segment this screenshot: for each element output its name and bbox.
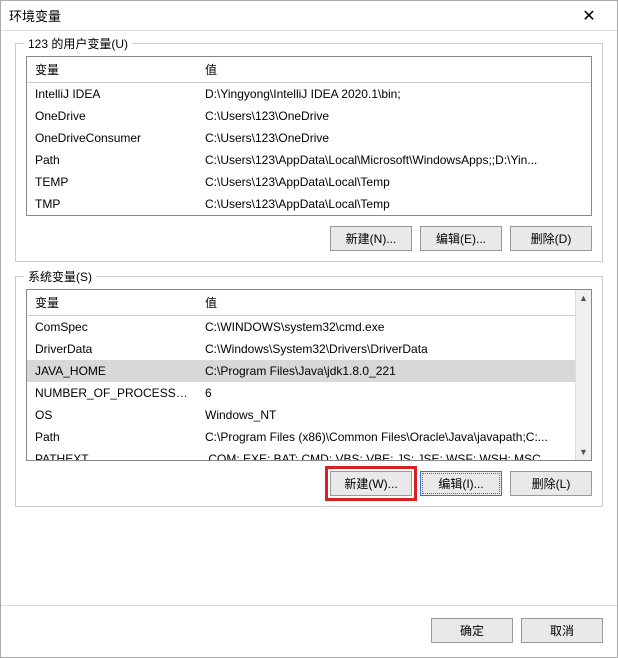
var-name-cell: NUMBER_OF_PROCESSORS [27,382,197,404]
system-delete-button[interactable]: 删除(L) [510,471,592,496]
table-row[interactable]: JAVA_HOMEC:\Program Files\Java\jdk1.8.0_… [27,360,575,382]
table-row[interactable]: TMPC:\Users\123\AppData\Local\Temp [27,193,591,215]
var-name-cell: ComSpec [27,316,197,339]
var-name-cell: TMP [27,193,197,215]
var-name-cell: IntelliJ IDEA [27,83,197,106]
var-name-cell: PATHEXT [27,448,197,461]
table-row[interactable]: IntelliJ IDEAD:\Yingyong\IntelliJ IDEA 2… [27,83,591,106]
dialog-footer: 确定 取消 [1,605,617,657]
var-value-cell: C:\Users\123\OneDrive [197,105,591,127]
user-delete-button[interactable]: 删除(D) [510,226,592,251]
var-value-cell: C:\Program Files\Java\jdk1.8.0_221 [197,360,575,382]
var-value-cell: D:\Yingyong\IntelliJ IDEA 2020.1\bin; [197,83,591,106]
table-row[interactable]: TEMPC:\Users\123\AppData\Local\Temp [27,171,591,193]
env-vars-dialog: 环境变量 ✕ 123 的用户变量(U) 变量 值 IntelliJ IDEAD:… [0,0,618,658]
system-col-name[interactable]: 变量 [27,290,197,316]
var-value-cell: C:\Users\123\AppData\Local\Temp [197,193,591,215]
user-button-row: 新建(N)... 编辑(E)... 删除(D) [26,226,592,251]
var-name-cell: OneDriveConsumer [27,127,197,149]
user-vars-group: 123 的用户变量(U) 变量 值 IntelliJ IDEAD:\Yingyo… [15,43,603,262]
system-vars-label: 系统变量(S) [24,268,96,285]
table-row[interactable]: OneDriveC:\Users\123\OneDrive [27,105,591,127]
system-new-button[interactable]: 新建(W)... [330,471,412,496]
close-icon[interactable]: ✕ [569,2,609,30]
var-value-cell: C:\Users\123\OneDrive [197,127,591,149]
ok-button[interactable]: 确定 [431,618,513,643]
table-row[interactable]: OSWindows_NT [27,404,575,426]
var-value-cell: .COM;.EXE;.BAT;.CMD;.VBS;.VBE;.JS;.JSE;.… [197,448,575,461]
var-name-cell: Path [27,426,197,448]
user-edit-button[interactable]: 编辑(E)... [420,226,502,251]
var-value-cell: C:\Users\123\AppData\Local\Microsoft\Win… [197,149,591,171]
var-value-cell: 6 [197,382,575,404]
var-value-cell: C:\WINDOWS\system32\cmd.exe [197,316,575,339]
var-value-cell: Windows_NT [197,404,575,426]
table-row[interactable]: PathC:\Users\123\AppData\Local\Microsoft… [27,149,591,171]
table-row[interactable]: ComSpecC:\WINDOWS\system32\cmd.exe [27,316,575,339]
user-vars-label: 123 的用户变量(U) [24,35,132,52]
table-row[interactable]: DriverDataC:\Windows\System32\Drivers\Dr… [27,338,575,360]
table-row[interactable]: PathC:\Program Files (x86)\Common Files\… [27,426,575,448]
user-col-name[interactable]: 变量 [27,57,197,83]
cancel-button[interactable]: 取消 [521,618,603,643]
var-name-cell: TEMP [27,171,197,193]
var-name-cell: OneDrive [27,105,197,127]
scroll-down-icon[interactable]: ▼ [576,444,591,460]
system-vars-group: 系统变量(S) 变量 值 ComSpecC:\WINDOWS\system32\… [15,276,603,507]
var-value-cell: C:\Windows\System32\Drivers\DriverData [197,338,575,360]
scroll-up-icon[interactable]: ▲ [576,290,591,306]
user-col-value[interactable]: 值 [197,57,591,83]
system-edit-button[interactable]: 编辑(I)... [420,471,502,496]
window-title: 环境变量 [9,6,569,25]
var-name-cell: OS [27,404,197,426]
var-name-cell: DriverData [27,338,197,360]
system-vars-table[interactable]: 变量 值 ComSpecC:\WINDOWS\system32\cmd.exeD… [26,289,592,461]
table-row[interactable]: OneDriveConsumerC:\Users\123\OneDrive [27,127,591,149]
user-new-button[interactable]: 新建(N)... [330,226,412,251]
table-row[interactable]: NUMBER_OF_PROCESSORS6 [27,382,575,404]
system-col-value[interactable]: 值 [197,290,575,316]
titlebar: 环境变量 ✕ [1,1,617,31]
scrollbar[interactable]: ▲ ▼ [575,290,591,460]
user-vars-table[interactable]: 变量 值 IntelliJ IDEAD:\Yingyong\IntelliJ I… [26,56,592,216]
content-area: 123 的用户变量(U) 变量 值 IntelliJ IDEAD:\Yingyo… [1,31,617,605]
var-name-cell: Path [27,149,197,171]
var-value-cell: C:\Users\123\AppData\Local\Temp [197,171,591,193]
table-row[interactable]: PATHEXT.COM;.EXE;.BAT;.CMD;.VBS;.VBE;.JS… [27,448,575,461]
var-value-cell: C:\Program Files (x86)\Common Files\Orac… [197,426,575,448]
system-button-row: 新建(W)... 编辑(I)... 删除(L) [26,471,592,496]
var-name-cell: JAVA_HOME [27,360,197,382]
